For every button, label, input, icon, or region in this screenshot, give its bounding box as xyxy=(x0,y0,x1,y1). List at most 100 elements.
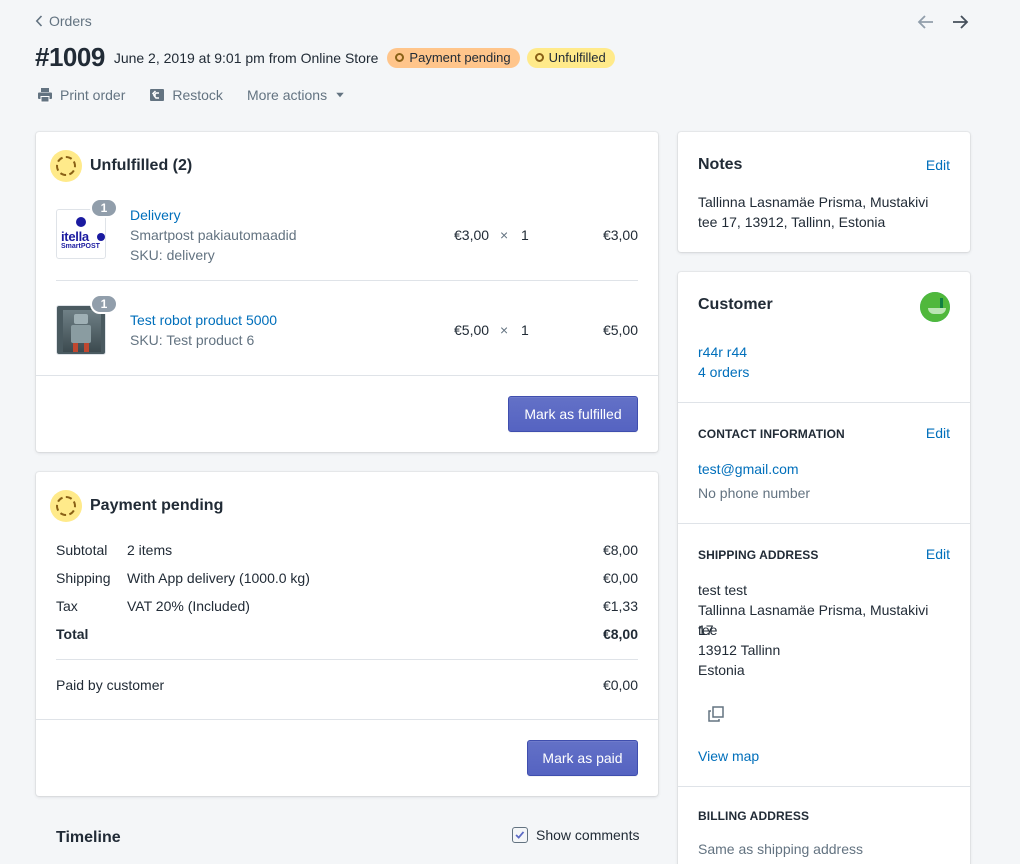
product-link[interactable]: Test robot product 5000 xyxy=(130,312,277,328)
card-section-divider xyxy=(36,375,658,376)
line-item: itella SmartPOST 1 Delivery Smartpost pa… xyxy=(56,198,638,268)
printer-icon xyxy=(38,88,52,103)
order-pagination xyxy=(916,12,970,32)
status-badge-fulfillment: Unfulfilled xyxy=(526,47,615,68)
notes-card: Notes Edit Tallinna Lasnamäe Prisma, Mus… xyxy=(678,132,970,252)
times-sign: × xyxy=(500,322,509,338)
payment-row-tax: Tax VAT 20% (Included) €1,33 xyxy=(56,598,638,618)
paid-label: Paid by customer xyxy=(56,677,165,693)
payment-card: Payment pending Subtotal 2 items €8,00 S… xyxy=(36,472,658,796)
row-amount: €8,00 xyxy=(602,542,638,558)
product-sku: SKU: Test product 6 xyxy=(130,332,255,348)
print-order-button[interactable]: Print order xyxy=(37,87,125,103)
avatar xyxy=(920,292,950,322)
row-label: Tax xyxy=(56,598,78,614)
arrow-left-icon[interactable] xyxy=(916,12,936,32)
notes-title: Notes xyxy=(698,156,743,173)
payment-title: Payment pending xyxy=(90,497,224,514)
chevron-left-icon xyxy=(35,15,43,27)
card-section-divider xyxy=(678,523,970,524)
badge-label: Unfulfilled xyxy=(548,50,606,65)
billing-heading: BILLING ADDRESS xyxy=(698,809,810,823)
product-variant: Smartpost pakiautomaadid xyxy=(130,227,297,243)
unit-price: €5,00 xyxy=(454,322,490,338)
payment-status-icon xyxy=(50,490,82,522)
product-sku: SKU: delivery xyxy=(130,247,215,263)
timeline-title: Timeline xyxy=(56,829,121,846)
status-badge-payment: Payment pending xyxy=(387,47,520,68)
notes-edit-link[interactable]: Edit xyxy=(926,157,950,173)
line-item: 1 Test robot product 5000 SKU: Test prod… xyxy=(56,294,638,364)
customer-title: Customer xyxy=(698,296,773,313)
show-comments-checkbox[interactable] xyxy=(512,827,528,843)
shipping-line: 17 xyxy=(698,622,714,638)
mark-as-fulfilled-button[interactable]: Mark as fulfilled xyxy=(508,396,638,432)
times-sign: × xyxy=(500,227,509,243)
paid-amount: €0,00 xyxy=(602,677,638,693)
restock-button[interactable]: Restock xyxy=(149,87,223,103)
payment-divider xyxy=(56,659,638,660)
thumbnail-brand: itella xyxy=(61,229,89,244)
card-section-divider xyxy=(678,402,970,403)
shipping-line: 13912 Tallinn xyxy=(698,642,781,658)
billing-text: Same as shipping address xyxy=(698,841,863,857)
mark-as-paid-button[interactable]: Mark as paid xyxy=(527,740,638,776)
checkmark-icon xyxy=(515,831,525,839)
row-label: Subtotal xyxy=(56,542,108,558)
row-label: Total xyxy=(56,626,89,642)
shipping-heading: SHIPPING ADDRESS xyxy=(698,548,819,562)
customer-name-link[interactable]: r44r r44 xyxy=(698,342,950,362)
arrow-right-icon[interactable] xyxy=(950,12,970,32)
title-row: #1009 June 2, 2019 at 9:01 pm from Onlin… xyxy=(35,42,615,73)
back-link-label: Orders xyxy=(49,13,92,29)
contact-heading: CONTACT INFORMATION xyxy=(698,427,845,441)
line-divider xyxy=(56,280,638,281)
status-dot-icon xyxy=(534,53,544,62)
row-description: VAT 20% (Included) xyxy=(127,598,250,614)
page-title: #1009 xyxy=(35,42,105,72)
payment-row-paid: Paid by customer €0,00 xyxy=(56,677,638,697)
contact-edit-link[interactable]: Edit xyxy=(926,425,950,441)
more-actions-label: More actions xyxy=(246,87,328,103)
row-amount: €8,00 xyxy=(602,626,638,642)
payment-row-subtotal: Subtotal 2 items €8,00 xyxy=(56,542,638,562)
card-section-divider xyxy=(678,786,970,787)
card-section-divider xyxy=(36,719,658,720)
more-actions-button[interactable]: More actions xyxy=(247,87,346,103)
customer-email-link[interactable]: test@gmail.com xyxy=(698,459,950,479)
restock-icon xyxy=(150,89,165,101)
header-actions: Print order Restock More actions xyxy=(37,87,346,103)
quantity-badge: 1 xyxy=(90,198,118,218)
restock-label: Restock xyxy=(172,87,223,103)
customer-orders-link[interactable]: 4 orders xyxy=(698,362,950,382)
shipping-line: Estonia xyxy=(698,662,745,678)
payment-row-shipping: Shipping With App delivery (1000.0 kg) €… xyxy=(56,570,638,590)
row-amount: €1,33 xyxy=(602,598,638,614)
fulfillment-title: Unfulfilled (2) xyxy=(90,157,193,174)
unit-price: €3,00 xyxy=(454,227,490,243)
copy-icon[interactable] xyxy=(707,705,725,723)
row-description: 2 items xyxy=(127,542,173,558)
back-link[interactable]: Orders xyxy=(35,13,92,29)
line-quantity: 1 xyxy=(521,322,529,338)
badge-label: Payment pending xyxy=(409,50,511,65)
customer-card: Customer r44r r44 4 orders CONTACT INFOR… xyxy=(678,272,970,864)
payment-row-total: Total €8,00 xyxy=(56,626,638,646)
line-total: €3,00 xyxy=(602,227,638,243)
order-meta: June 2, 2019 at 9:01 pm from Online Stor… xyxy=(113,49,379,66)
notes-text: Tallinna Lasnamäe Prisma, Mustakivi tee … xyxy=(698,194,929,230)
row-label: Shipping xyxy=(56,570,111,586)
show-comments-label: Show comments xyxy=(536,827,640,843)
shipping-edit-link[interactable]: Edit xyxy=(926,546,950,562)
line-quantity: 1 xyxy=(521,227,529,243)
show-comments-toggle[interactable]: Show comments xyxy=(512,827,639,843)
print-order-label: Print order xyxy=(60,87,126,103)
product-link[interactable]: Delivery xyxy=(130,207,181,223)
unfulfilled-status-icon xyxy=(50,150,82,182)
status-dot-icon xyxy=(395,53,405,62)
thumbnail-sub: SmartPOST xyxy=(61,243,100,250)
line-total: €5,00 xyxy=(602,322,638,338)
row-description: With App delivery (1000.0 kg) xyxy=(127,570,310,586)
row-amount: €0,00 xyxy=(602,570,638,586)
view-map-link[interactable]: View map xyxy=(698,746,950,766)
